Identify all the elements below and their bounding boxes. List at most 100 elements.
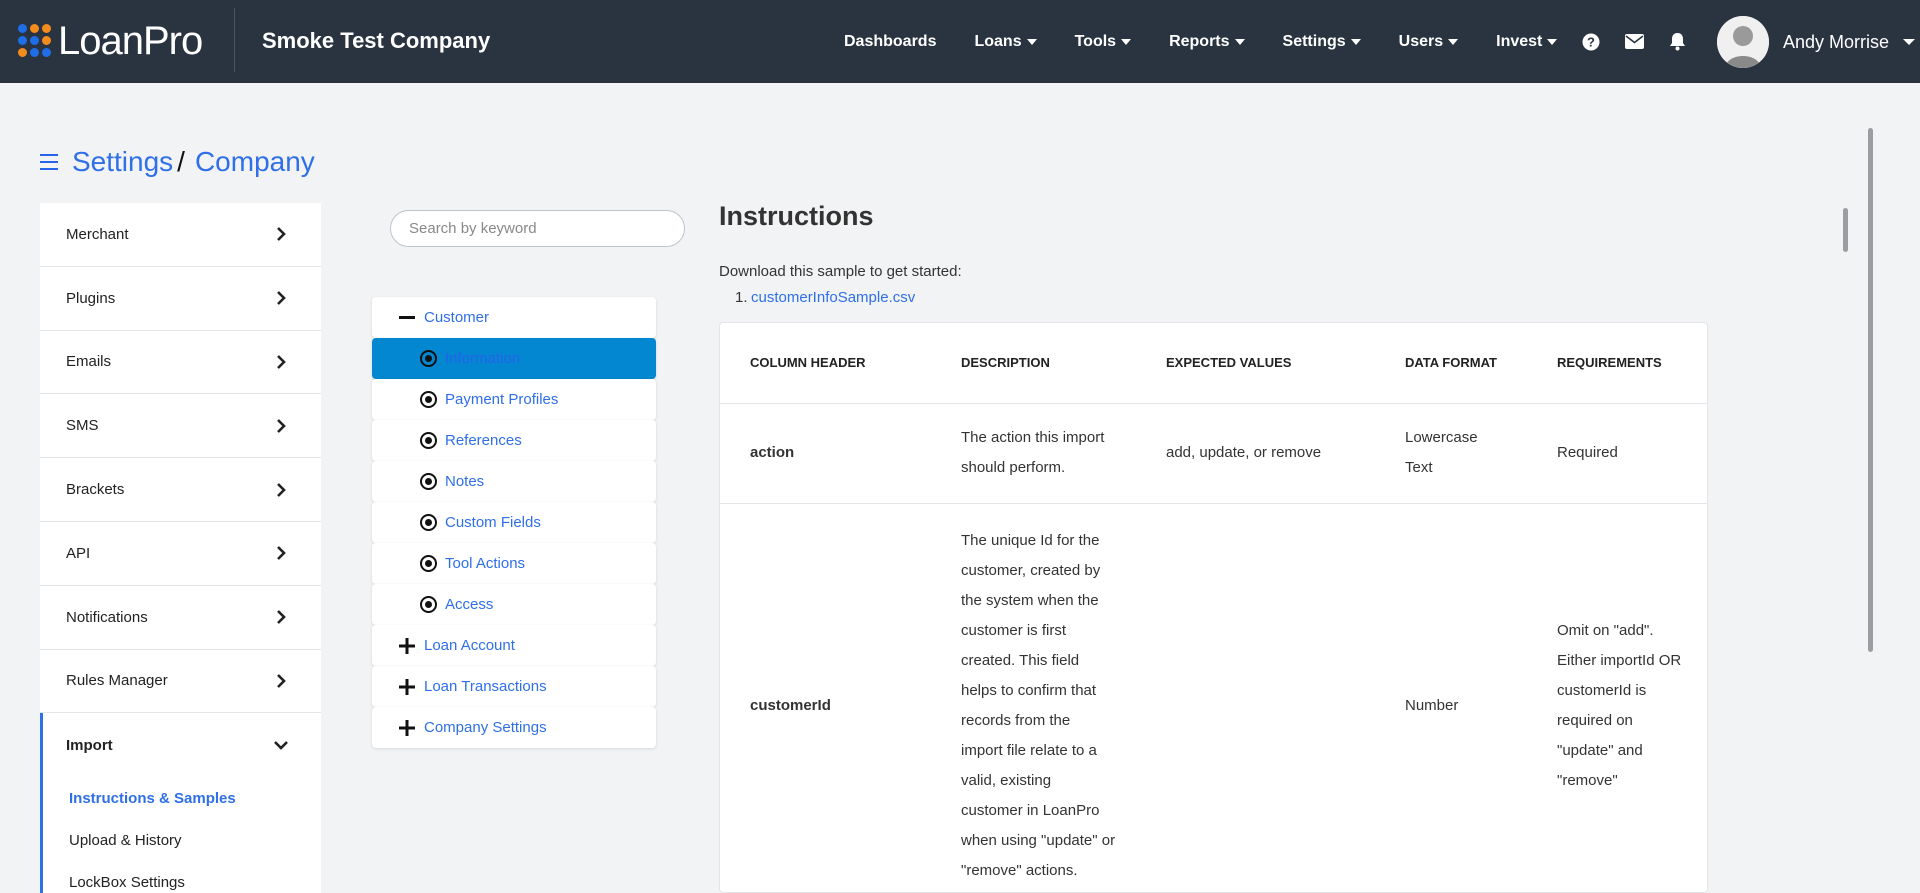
tree-node-notes[interactable]: Notes <box>372 461 656 502</box>
tree-node-tool-actions[interactable]: Tool Actions <box>372 543 656 584</box>
breadcrumb: Settings / Company <box>40 146 315 178</box>
plus-icon[interactable] <box>398 678 416 696</box>
header-data-format: DATA FORMAT <box>1375 323 1527 404</box>
import-columns-table: COLUMN HEADER DESCRIPTION EXPECTED VALUE… <box>719 322 1708 893</box>
cell-expected: add, update, or remove <box>1136 403 1375 504</box>
header-description: DESCRIPTION <box>931 323 1136 404</box>
sample-csv-link[interactable]: customerInfoSample.csv <box>751 289 915 306</box>
keyword-search-input[interactable] <box>390 210 685 247</box>
tree-node-payment-profiles[interactable]: Payment Profiles <box>372 379 656 420</box>
chevron-right-icon <box>277 482 286 497</box>
radio-selected-icon <box>420 596 437 613</box>
breadcrumb-settings[interactable]: Settings <box>72 146 173 178</box>
caret-down-icon <box>1547 38 1558 45</box>
sidebar-subitem-lockbox-settings[interactable]: LockBox Settings <box>69 861 321 893</box>
sidebar-item-merchant[interactable]: Merchant <box>40 203 321 267</box>
chevron-right-icon <box>277 227 286 242</box>
radio-selected-icon <box>420 473 437 490</box>
chevron-right-icon <box>277 674 286 688</box>
user-menu[interactable]: Andy Morrise <box>1717 16 1916 68</box>
tree-node-loan-account[interactable]: Loan Account <box>372 625 656 666</box>
caret-down-icon <box>1121 38 1132 45</box>
nav-users[interactable]: Users <box>1399 33 1459 51</box>
list-number: 1. <box>735 289 748 306</box>
company-name: Smoke Test Company <box>262 28 491 53</box>
radio-selected-icon <box>420 350 437 367</box>
sidebar-item-sms[interactable]: SMS <box>40 394 321 459</box>
avatar <box>1717 16 1769 68</box>
sidebar-item-rules-manager[interactable]: Rules Manager <box>40 650 321 714</box>
nav-icon-group: ? <box>1580 0 1709 83</box>
mail-icon[interactable] <box>1623 31 1645 53</box>
cell-requirements: Required <box>1527 403 1707 504</box>
logo-dots-icon <box>18 24 52 58</box>
page-scrollbar[interactable] <box>1868 128 1873 652</box>
import-type-tree: Customer Information Payment Profiles Re… <box>372 297 656 748</box>
logo-text: LoanPro <box>58 18 203 63</box>
chevron-right-icon <box>277 610 286 625</box>
nav-tools[interactable]: Tools <box>1075 33 1132 51</box>
sidebar-item-plugins[interactable]: Plugins <box>40 267 321 331</box>
import-submenu: Instructions & Samples Upload & History … <box>40 777 321 893</box>
loanpro-logo[interactable]: LoanPro <box>18 18 203 64</box>
table-row: customerId The unique Id for the custome… <box>720 503 1707 892</box>
sidebar-item-import[interactable]: Import <box>40 713 321 778</box>
cell-format: Lowercase Text <box>1375 403 1527 504</box>
tree-node-loan-transactions[interactable]: Loan Transactions <box>372 666 656 707</box>
sidebar-item-brackets[interactable]: Brackets <box>40 458 321 522</box>
cell-field: action <box>720 403 931 504</box>
caret-down-icon <box>1350 38 1361 45</box>
sidebar-subitem-upload-history[interactable]: Upload & History <box>69 819 321 861</box>
sidebar-item-notifications[interactable]: Notifications <box>40 586 321 650</box>
user-name: Andy Morrise <box>1783 31 1890 52</box>
main-nav: Dashboards Loans Tools Reports Settings … <box>844 0 1595 83</box>
top-navigation-bar: LoanPro Smoke Test Company Dashboards Lo… <box>0 0 1920 83</box>
sidebar-subitem-instructions-samples[interactable]: Instructions & Samples <box>69 777 321 819</box>
chevron-right-icon <box>277 355 286 369</box>
minus-icon[interactable] <box>398 309 416 327</box>
cell-field: customerId <box>720 503 931 892</box>
chevron-right-icon <box>277 418 286 433</box>
sidebar-item-api[interactable]: API <box>40 522 321 586</box>
nav-reports[interactable]: Reports <box>1169 33 1245 51</box>
table-row: action The action this import should per… <box>720 403 1707 504</box>
cell-requirements: Omit on "add". Either importId OR custom… <box>1527 503 1707 892</box>
instructions-title: Instructions <box>719 201 874 231</box>
hamburger-menu-icon[interactable] <box>40 154 58 170</box>
cell-format: Number <box>1375 503 1527 892</box>
caret-down-icon <box>1903 39 1916 45</box>
plus-icon[interactable] <box>398 637 416 655</box>
cell-description: The unique Id for the customer, created … <box>931 503 1136 892</box>
tree-node-access[interactable]: Access <box>372 584 656 625</box>
content-scrollbar[interactable] <box>1843 208 1848 252</box>
caret-down-icon <box>1026 38 1037 45</box>
radio-selected-icon <box>420 432 437 449</box>
cell-description: The action this import should perform. <box>931 403 1136 504</box>
settings-sidebar: Merchant Plugins Emails SMS Brackets API… <box>40 203 321 893</box>
nav-loans[interactable]: Loans <box>974 33 1037 51</box>
chevron-right-icon <box>277 546 286 561</box>
breadcrumb-company[interactable]: Company <box>195 146 315 178</box>
tree-node-customer[interactable]: Customer <box>372 297 656 338</box>
instructions-intro: Download this sample to get started: <box>719 263 962 280</box>
radio-selected-icon <box>420 555 437 572</box>
bell-icon[interactable] <box>1666 31 1688 53</box>
caret-down-icon <box>1234 38 1245 45</box>
header-column-header: COLUMN HEADER <box>720 323 931 404</box>
radio-selected-icon <box>420 514 437 531</box>
tree-node-custom-fields[interactable]: Custom Fields <box>372 502 656 543</box>
tree-node-references[interactable]: References <box>372 420 656 461</box>
chevron-down-icon <box>274 741 288 751</box>
header-expected-values: EXPECTED VALUES <box>1136 323 1375 404</box>
topbar-divider <box>234 8 235 72</box>
sidebar-item-emails[interactable]: Emails <box>40 331 321 395</box>
nav-settings[interactable]: Settings <box>1283 33 1361 51</box>
cell-expected <box>1136 503 1375 892</box>
help-icon[interactable]: ? <box>1580 31 1602 53</box>
radio-selected-icon <box>420 391 437 408</box>
plus-icon[interactable] <box>398 719 416 737</box>
nav-invest[interactable]: Invest <box>1496 33 1558 51</box>
nav-dashboards[interactable]: Dashboards <box>844 33 936 51</box>
tree-node-company-settings[interactable]: Company Settings <box>372 707 656 748</box>
tree-node-information[interactable]: Information <box>372 338 656 379</box>
